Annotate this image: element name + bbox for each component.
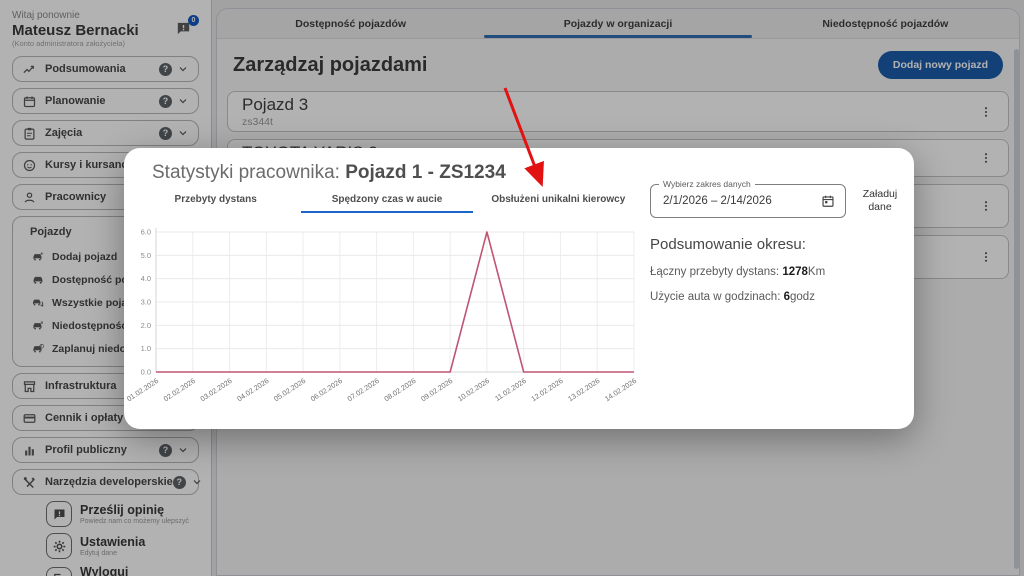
modal-title: Statystyki pracownika: Pojazd 1 - ZS1234 (152, 162, 506, 184)
svg-text:12.02.2026: 12.02.2026 (529, 376, 564, 403)
svg-text:6.0: 6.0 (141, 228, 151, 237)
svg-text:10.02.2026: 10.02.2026 (456, 376, 491, 403)
modal-tabbar: Przebyty dystans Spędzony czas w aucie Obs… (130, 188, 644, 213)
svg-text:02.02.2026: 02.02.2026 (162, 376, 197, 403)
tab-przebyty-dystans[interactable]: Przebyty dystans (130, 188, 301, 213)
svg-text:08.02.2026: 08.02.2026 (382, 376, 417, 403)
svg-text:05.02.2026: 05.02.2026 (272, 376, 307, 403)
load-data-button[interactable]: Załaduj dane (854, 188, 906, 214)
modal-title-prefix: Statystyki pracownika: (152, 162, 346, 183)
svg-text:04.02.2026: 04.02.2026 (235, 376, 270, 403)
calendar-icon[interactable] (821, 194, 835, 208)
app-window: Witaj ponownie Mateusz Bernacki (Konto a… (0, 0, 1024, 576)
date-range-input[interactable]: Wybierz zakres danych 2/1/2026 – 2/14/20… (650, 179, 846, 218)
usage-line-chart: 0.0 1.0 2.0 3.0 4.0 5.0 6.0 01.02.2026 02.02.202… (125, 220, 644, 420)
summary-heading: Podsumowanie okresu: (650, 236, 806, 253)
tab-spędzony-czas-w-aucie[interactable]: Spędzony czas w aucie (301, 188, 473, 213)
svg-text:07.02.2026: 07.02.2026 (346, 376, 381, 403)
date-range-value: 2/1/2026 – 2/14/2026 (663, 195, 772, 207)
svg-text:2.0: 2.0 (141, 321, 151, 330)
active-tab-underline (301, 210, 473, 213)
svg-text:14.02.2026: 14.02.2026 (603, 376, 638, 403)
svg-text:01.02.2026: 01.02.2026 (126, 376, 160, 403)
modal-right-panel: Wybierz zakres danych 2/1/2026 – 2/14/20… (650, 179, 906, 303)
summary-distance: Łączny przebyty dystans: 1278Km (650, 266, 826, 278)
svg-text:11.02.2026: 11.02.2026 (493, 376, 528, 403)
svg-text:1.0: 1.0 (141, 344, 151, 353)
modal-title-subject: Pojazd 1 - ZS1234 (345, 162, 506, 183)
tab-obsłużeni-unikalni-kierowcy[interactable]: Obsłużeni unikalni kierowcy (473, 188, 644, 213)
svg-text:03.02.2026: 03.02.2026 (199, 376, 234, 403)
svg-text:5.0: 5.0 (141, 251, 151, 260)
svg-text:4.0: 4.0 (141, 274, 151, 283)
svg-text:09.02.2026: 09.02.2026 (419, 376, 454, 403)
date-range-label: Wybierz zakres danych (659, 179, 755, 189)
svg-text:06.02.2026: 06.02.2026 (309, 376, 344, 403)
statistics-modal: Statystyki pracownika: Pojazd 1 - ZS1234… (124, 148, 914, 429)
svg-text:0.0: 0.0 (141, 368, 151, 377)
svg-text:3.0: 3.0 (141, 298, 151, 307)
svg-text:13.02.2026: 13.02.2026 (566, 376, 601, 403)
summary-hours: Użycie auta w godzinach: 6godz (650, 291, 815, 303)
